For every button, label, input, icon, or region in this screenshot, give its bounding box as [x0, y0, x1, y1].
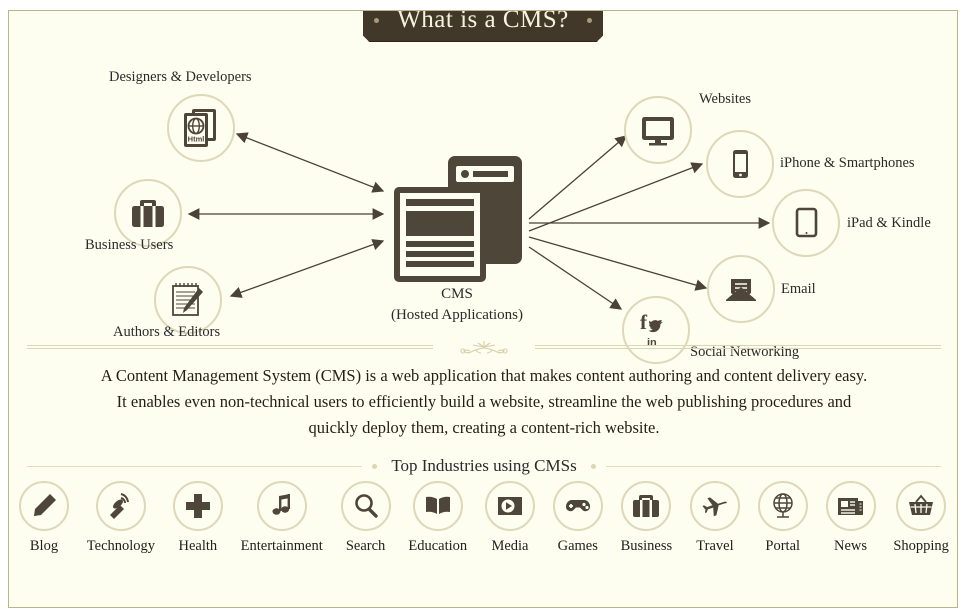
industry-blog[interactable]: Blog	[19, 481, 69, 555]
ornament-divider	[27, 337, 941, 357]
svg-text:Html: Html	[188, 135, 205, 144]
industry-travel[interactable]: Travel	[689, 481, 740, 555]
notepad-pen-icon	[172, 283, 203, 316]
industries-rule-left	[27, 465, 363, 467]
industry-label: Shopping	[893, 538, 949, 554]
shopping-basket-icon	[896, 481, 947, 531]
svg-text:f: f	[640, 310, 648, 334]
industry-label: Games	[557, 538, 598, 554]
industry-label: News	[834, 538, 868, 554]
envelope-icon	[726, 279, 756, 301]
monitor-icon	[642, 117, 674, 146]
infographic-panel: What is a CMS? CMS (Hosted Applications)…	[8, 10, 958, 608]
industry-games[interactable]: Games	[552, 481, 603, 555]
label-designers-developers: Designers & Developers	[109, 69, 252, 85]
industry-news[interactable]: News	[825, 481, 876, 555]
node-designers-developers: Html	[167, 94, 235, 162]
node-ipad-kindle	[772, 189, 840, 257]
pencil-icon	[19, 481, 69, 531]
globe-stand-icon	[757, 481, 808, 531]
label-email: Email	[781, 281, 816, 297]
banner-notch-bottom-left	[356, 35, 370, 48]
industry-label: Technology	[86, 538, 156, 554]
industry-shopping[interactable]: Shopping	[893, 481, 949, 555]
magnifier-icon	[340, 481, 391, 531]
description-line-2: It enables even non-technical users to e…	[116, 392, 852, 411]
briefcase-icon	[132, 200, 164, 227]
industry-business[interactable]: Business	[620, 481, 673, 555]
label-business-users: Business Users	[85, 237, 174, 253]
title-banner-area: What is a CMS?	[9, 10, 957, 48]
cms-center-icon	[392, 154, 524, 284]
page-title: What is a CMS?	[397, 10, 569, 33]
industries-heading-row: Top Industries using CMSs	[27, 454, 942, 478]
industry-health[interactable]: Health	[172, 481, 223, 555]
industry-label: Travel	[696, 538, 734, 554]
html-document-icon: Html	[184, 109, 216, 147]
industry-label: Search	[345, 538, 386, 554]
industries-dot-right	[590, 463, 596, 469]
banner-notch-bottom-right	[596, 35, 610, 48]
briefcase-icon	[621, 481, 672, 531]
divider-rule-right	[535, 345, 941, 349]
industry-label: Entertainment	[240, 538, 323, 554]
label-ipad-kindle: iPad & Kindle	[847, 215, 931, 231]
industry-media[interactable]: Media	[484, 481, 535, 555]
industries-row: Blog Technology Health Entertainment Sea…	[19, 481, 949, 555]
arrow-designers	[235, 132, 385, 193]
description-line-1: A Content Management System (CMS) is a w…	[100, 366, 868, 385]
open-book-icon	[412, 481, 463, 531]
gamepad-icon	[552, 481, 603, 531]
description-block: A Content Management System (CMS) is a w…	[39, 363, 929, 441]
node-iphone-smartphones	[706, 130, 774, 198]
industry-label: Blog	[29, 538, 59, 554]
industry-education[interactable]: Education	[408, 481, 467, 555]
label-iphone-smartphones: iPhone & Smartphones	[780, 155, 915, 171]
industry-label: Business	[620, 538, 673, 554]
industries-rule-right	[605, 465, 942, 467]
satellite-dish-icon	[95, 481, 146, 531]
music-note-icon	[256, 481, 307, 531]
arrow-email	[528, 236, 708, 291]
node-websites	[624, 96, 692, 164]
industries-heading: Top Industries using CMSs	[391, 456, 577, 475]
cms-diagram: CMS (Hosted Applications) Html Designers…	[9, 51, 957, 376]
node-email	[707, 255, 775, 323]
flourish-ornament-icon	[447, 338, 521, 356]
airplane-icon	[689, 481, 740, 531]
industry-label: Health	[178, 538, 218, 554]
newspaper-icon	[825, 481, 876, 531]
description-line-3: quickly deploy them, creating a content-…	[308, 418, 660, 437]
label-websites: Websites	[699, 91, 751, 107]
cms-label-line2: (Hosted Applications)	[390, 307, 524, 323]
industry-portal[interactable]: Portal	[757, 481, 808, 555]
smartphone-icon	[733, 150, 748, 178]
divider-rule-left	[27, 345, 433, 349]
industry-entertainment[interactable]: Entertainment	[241, 481, 323, 555]
tablet-icon	[795, 207, 818, 238]
cms-label-line1: CMS	[441, 286, 473, 302]
medical-cross-icon	[172, 481, 223, 531]
industries-dot-left	[372, 463, 378, 469]
title-banner: What is a CMS?	[356, 10, 610, 48]
industry-label: Media	[491, 538, 529, 554]
play-button-icon	[484, 481, 535, 531]
industry-search[interactable]: Search	[340, 481, 391, 555]
industry-label: Education	[408, 538, 468, 554]
industry-technology[interactable]: Technology	[87, 481, 155, 555]
arrow-websites	[528, 135, 627, 220]
industry-label: Portal	[765, 538, 801, 554]
